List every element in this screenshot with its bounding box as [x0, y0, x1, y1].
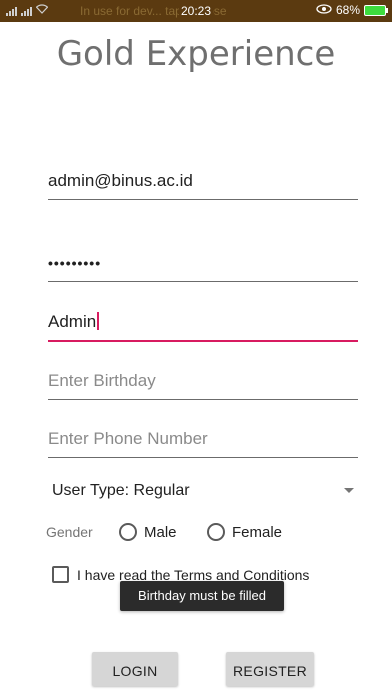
dropdown-arrow-icon [344, 488, 354, 493]
text-caret [97, 312, 100, 330]
gender-radio-female[interactable]: Female [207, 520, 282, 544]
gender-option-label: Male [144, 523, 177, 541]
email-value: admin@binus.ac.id [48, 171, 193, 190]
name-value-wrap: Admin [48, 312, 100, 332]
app-title: Gold Experience [56, 34, 336, 74]
toast-message: Birthday must be filled [120, 581, 284, 611]
email-field[interactable]: admin@binus.ac.id [48, 164, 358, 200]
gender-label: Gender [46, 524, 93, 540]
gender-option-label: Female [232, 523, 283, 541]
password-field[interactable]: ••••••••• [48, 246, 358, 282]
user-type-spinner[interactable]: User Type: Regular [52, 478, 358, 504]
password-value: ••••••••• [48, 255, 102, 271]
login-button[interactable]: LOGIN [92, 652, 178, 686]
phone-placeholder: Enter Phone Number [48, 429, 208, 448]
birthday-placeholder: Enter Birthday [48, 371, 156, 390]
name-value: Admin [48, 312, 97, 331]
battery-icon [364, 4, 388, 16]
status-bar: In use for dev... tap to close 20:23 68% [0, 0, 392, 22]
gender-radio-male[interactable]: Male [119, 520, 177, 544]
name-field[interactable]: Admin [48, 306, 358, 342]
register-button[interactable]: REGISTER [226, 652, 314, 686]
clock: 20:23 [178, 4, 214, 18]
radio-circle-icon [119, 523, 137, 541]
user-type-selected: User Type: Regular [52, 482, 190, 499]
checkbox-box-icon [52, 566, 69, 583]
status-right: 68% [316, 3, 388, 17]
birthday-field[interactable]: Enter Birthday [48, 364, 358, 400]
radio-circle-icon [207, 523, 225, 541]
eye-icon [316, 3, 332, 17]
battery-percent: 68% [335, 3, 360, 17]
phone-field[interactable]: Enter Phone Number [48, 422, 358, 458]
